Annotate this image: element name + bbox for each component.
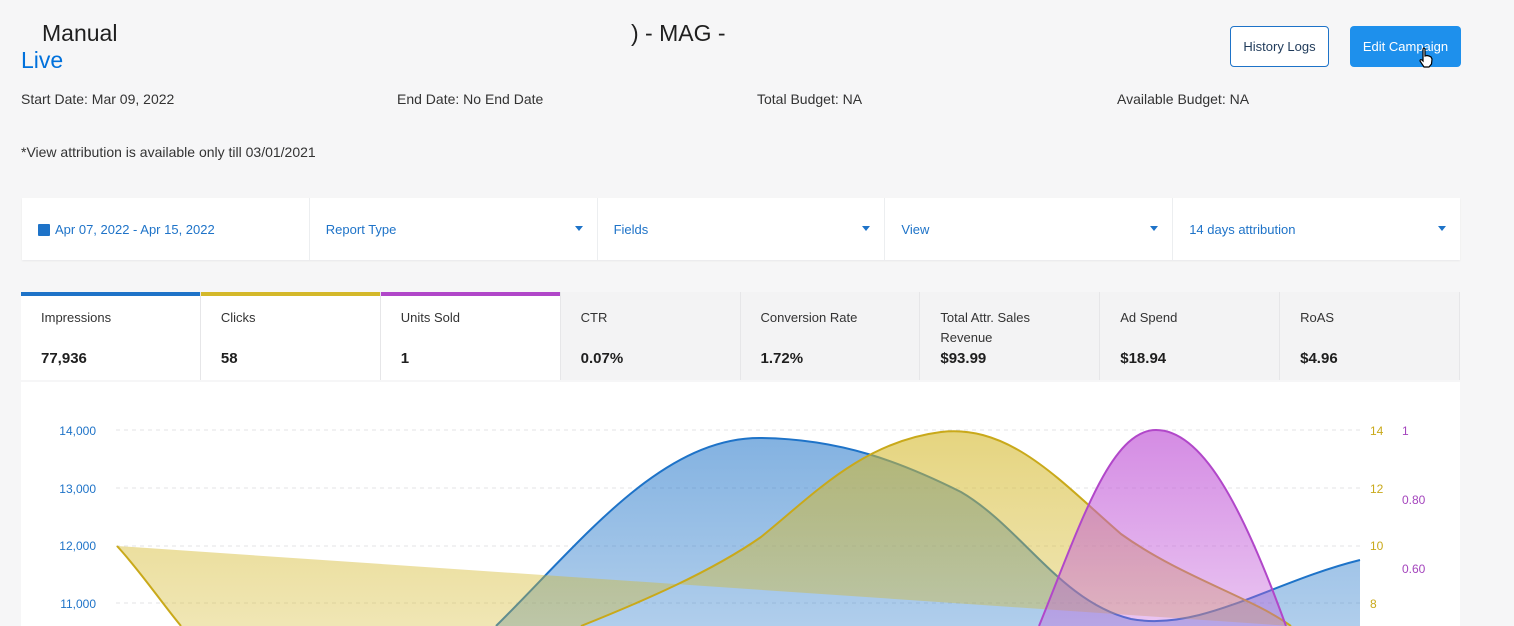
y-right-clicks-tick: 12 [1370, 482, 1384, 496]
filter-bar: Apr 07, 2022 - Apr 15, 2022 Report Type … [22, 198, 1460, 260]
metric-label: CTR [580, 310, 608, 325]
metric-tab-impressions[interactable]: Impressions 77,936 [21, 292, 201, 380]
metric-value: 77,936 [41, 350, 87, 367]
metric-label: Clicks [220, 310, 256, 325]
campaign-title-suffix: ) - MAG - [631, 20, 726, 46]
metric-tab-total-attr-sales-revenue[interactable]: Total Attr. Sales Revenue $93.99 [920, 292, 1101, 380]
metric-tab-units-sold[interactable]: Units Sold 1 [380, 292, 561, 380]
metric-color-bar [200, 292, 380, 296]
metric-label: Impressions [41, 310, 112, 325]
view-label: View [901, 221, 930, 237]
report-type-label: Report Type [325, 221, 397, 237]
metric-label: Total Attr. Sales Revenue [940, 310, 1030, 345]
campaign-status: Live [21, 47, 64, 73]
y-left-tick: 14,000 [59, 424, 96, 438]
attribution-note: *View attribution is available only till… [21, 144, 316, 160]
metric-value: 1.72% [760, 350, 804, 367]
y-left-tick: 12,000 [59, 539, 96, 553]
metric-label: RoAS [1300, 310, 1335, 325]
y-right-clicks-tick: 14 [1370, 424, 1384, 438]
chevron-down-icon [1150, 226, 1159, 231]
attribution-label: 14 days attribution [1189, 221, 1296, 237]
report-type-select[interactable]: Report Type [310, 198, 598, 260]
performance-chart: 14,000 13,000 12,000 11,000 14 12 10 8 1… [21, 382, 1460, 626]
hand-cursor-icon [1419, 47, 1433, 68]
history-logs-button[interactable]: History Logs [1230, 26, 1329, 67]
metric-tab-ad-spend[interactable]: Ad Spend $18.94 [1100, 292, 1281, 380]
y-right-units-tick: 0.60 [1402, 562, 1426, 576]
metric-value: $93.99 [940, 350, 987, 367]
metric-color-bar [380, 292, 560, 296]
metric-value: 1 [400, 350, 410, 367]
y-right-clicks-tick: 10 [1370, 539, 1384, 553]
y-right-clicks-tick: 8 [1370, 597, 1377, 611]
available-budget: Available Budget: NA [1117, 91, 1250, 107]
metric-tabs: Impressions 77,936 Clicks 58 Units Sold … [21, 292, 1460, 382]
y-right-units-tick: 1 [1402, 424, 1409, 438]
y-right-units-tick: 0.80 [1402, 493, 1426, 507]
y-left-tick: 11,000 [60, 597, 96, 611]
metric-value: $18.94 [1120, 350, 1167, 367]
metric-tab-ctr[interactable]: CTR 0.07% [560, 292, 741, 380]
metric-value: 58 [220, 350, 238, 367]
chevron-down-icon [574, 226, 583, 231]
metric-value: $4.96 [1300, 350, 1338, 367]
metric-label: Units Sold [400, 310, 460, 325]
chevron-down-icon [1437, 226, 1446, 231]
date-range-label: Apr 07, 2022 - Apr 15, 2022 [55, 221, 215, 237]
calendar-icon [38, 224, 50, 236]
campaign-title-prefix: Manual [42, 20, 118, 46]
metric-label: Conversion Rate [760, 310, 858, 325]
end-date: End Date: No End Date [397, 91, 544, 107]
metric-tab-clicks[interactable]: Clicks 58 [200, 292, 381, 380]
chevron-down-icon [862, 226, 871, 231]
y-left-tick: 13,000 [59, 482, 96, 496]
performance-chart-svg: 14,000 13,000 12,000 11,000 14 12 10 8 1… [59, 424, 1426, 626]
total-budget: Total Budget: NA [757, 91, 863, 107]
metric-color-bar [21, 292, 200, 296]
metric-tab-conversion-rate[interactable]: Conversion Rate 1.72% [740, 292, 921, 380]
metric-tab-roas[interactable]: RoAS $4.96 [1280, 292, 1460, 380]
start-date: Start Date: Mar 09, 2022 [21, 91, 175, 107]
metric-value: 0.07% [580, 350, 624, 367]
edit-campaign-button[interactable]: Edit Campaign [1350, 26, 1461, 67]
fields-select[interactable]: Fields [598, 198, 886, 260]
view-select[interactable]: View [885, 198, 1174, 260]
attribution-select[interactable]: 14 days attribution [1173, 198, 1460, 260]
metric-label: Ad Spend [1120, 310, 1178, 325]
fields-label: Fields [613, 221, 649, 237]
date-range-picker[interactable]: Apr 07, 2022 - Apr 15, 2022 [22, 198, 310, 260]
